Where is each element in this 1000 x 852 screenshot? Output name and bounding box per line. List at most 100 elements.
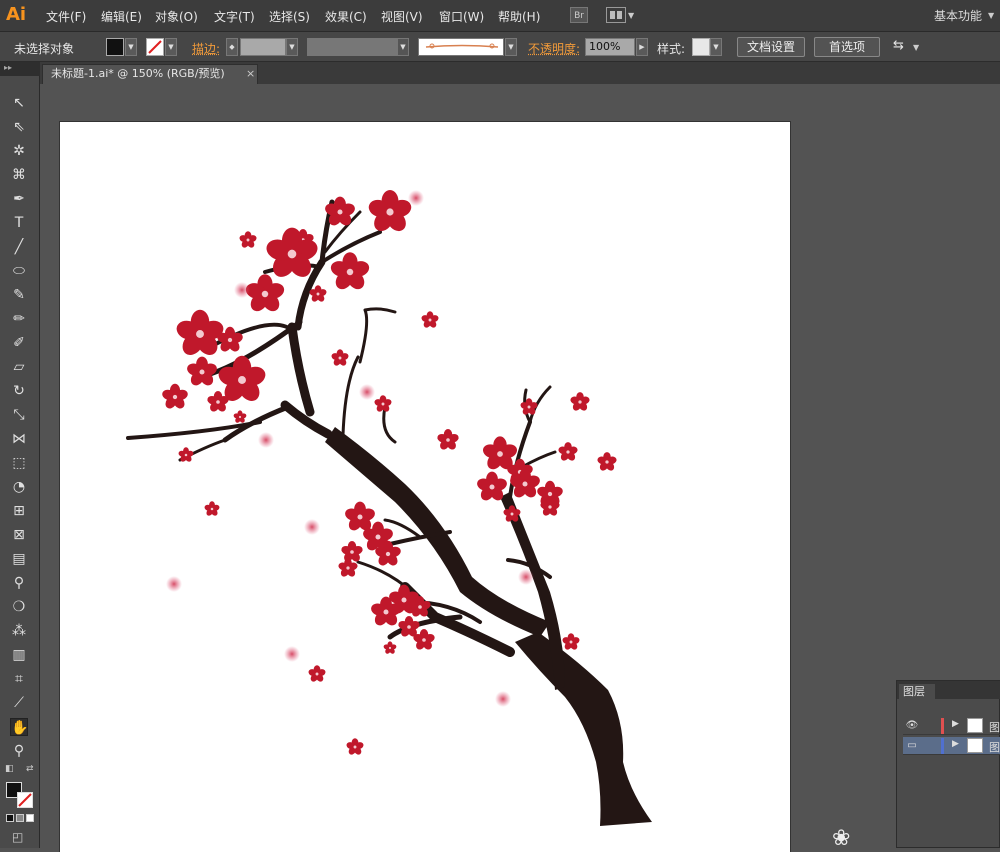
slice-tool-icon[interactable]: ⟋ bbox=[10, 694, 28, 712]
expand-icon[interactable]: ▶ bbox=[952, 719, 959, 729]
blurred-petal bbox=[166, 576, 182, 592]
layers-tab[interactable]: 图层 bbox=[899, 684, 935, 699]
document-setup-button[interactable]: 文档设置 bbox=[737, 37, 805, 57]
fill-swatch[interactable] bbox=[106, 38, 124, 56]
type-tool-icon[interactable]: T bbox=[10, 214, 28, 232]
document-tab-title: 未标题-1.ai* @ 150% (RGB/预览) bbox=[51, 67, 225, 80]
toolbox-header[interactable]: ▸▸ bbox=[0, 62, 40, 76]
blend-tool-icon[interactable]: ❍ bbox=[10, 598, 28, 616]
stroke-color-icon[interactable] bbox=[17, 792, 33, 808]
none-mode-icon[interactable] bbox=[26, 814, 34, 822]
color-mode-icon[interactable] bbox=[6, 814, 14, 822]
opacity-field[interactable]: 100% bbox=[585, 38, 635, 56]
eye-icon[interactable]: 👁 bbox=[905, 719, 919, 733]
menu-effect[interactable]: 效果(C) bbox=[325, 8, 367, 25]
default-colors-icon[interactable]: ◧ bbox=[5, 764, 14, 774]
stroke-weight-field[interactable] bbox=[240, 38, 286, 56]
blossom bbox=[239, 231, 257, 248]
menu-select[interactable]: 选择(S) bbox=[269, 8, 310, 25]
variable-width-dropdown[interactable]: ▼ bbox=[397, 38, 409, 56]
expand-icon[interactable]: ▶ bbox=[952, 739, 959, 749]
blurred-petal bbox=[518, 569, 534, 585]
visibility-icon[interactable]: ▭ bbox=[905, 739, 919, 753]
pencil-tool-icon[interactable]: ✏ bbox=[10, 310, 28, 328]
menu-window[interactable]: 窗口(W) bbox=[439, 8, 484, 25]
brush-dropdown[interactable]: ▼ bbox=[505, 38, 517, 56]
workspace-switcher[interactable]: 基本功能 bbox=[934, 7, 982, 24]
collapse-icon[interactable]: ▸▸ bbox=[4, 63, 12, 72]
artboard[interactable] bbox=[60, 122, 790, 852]
stroke-label[interactable]: 描边: bbox=[192, 40, 220, 57]
pen-tool-icon[interactable]: ✒ bbox=[10, 190, 28, 208]
bridge-button[interactable]: Br bbox=[570, 7, 588, 23]
blossom bbox=[421, 311, 439, 328]
scale-tool-icon[interactable]: ⤡ bbox=[10, 406, 28, 424]
layer-name[interactable]: 图 bbox=[989, 719, 1000, 735]
drawing-mode-icon[interactable]: ◰ bbox=[12, 830, 23, 844]
arrange-documents-icon[interactable] bbox=[606, 7, 626, 23]
menu-object[interactable]: 对象(O) bbox=[155, 8, 198, 25]
zoom-tool-icon[interactable]: ⚲ bbox=[10, 742, 28, 760]
shape-builder-tool-icon[interactable]: ◔ bbox=[10, 478, 28, 496]
ellipse-tool-icon[interactable]: ⬭ bbox=[10, 262, 28, 280]
layer-color-swatch bbox=[941, 738, 944, 754]
swap-colors-icon[interactable]: ⇄ bbox=[26, 764, 34, 774]
selection-tool-icon[interactable]: ↖ bbox=[10, 94, 28, 112]
blurred-petal bbox=[304, 519, 320, 535]
opacity-label[interactable]: 不透明度: bbox=[528, 40, 580, 57]
blossom bbox=[330, 252, 370, 290]
stroke-weight-dropdown[interactable]: ▼ bbox=[286, 38, 298, 56]
perspective-grid-tool-icon[interactable]: ⊞ bbox=[10, 502, 28, 520]
chevron-down-icon[interactable]: ▼ bbox=[913, 43, 919, 52]
graphic-style-dropdown[interactable]: ▼ bbox=[710, 38, 722, 56]
free-transform-tool-icon[interactable]: ⬚ bbox=[10, 454, 28, 472]
blob-brush-tool-icon[interactable]: ✐ bbox=[10, 334, 28, 352]
menu-edit[interactable]: 编辑(E) bbox=[101, 8, 142, 25]
layer-row[interactable]: ▭ ▶ 图 bbox=[903, 737, 1000, 755]
layers-panel: 图层 👁 ▶ 图 ▭ ▶ 图 bbox=[896, 680, 1000, 848]
graphic-style-swatch[interactable] bbox=[692, 38, 710, 56]
ai-logo: Ai bbox=[6, 4, 27, 25]
magic-wand-tool-icon[interactable]: ✲ bbox=[10, 142, 28, 160]
blossom bbox=[204, 501, 220, 516]
close-icon[interactable]: × bbox=[246, 65, 255, 83]
paintbrush-tool-icon[interactable]: ✎ bbox=[10, 286, 28, 304]
blossom bbox=[437, 429, 459, 450]
stroke-weight-stepper[interactable]: ◆ bbox=[226, 38, 238, 56]
direct-selection-tool-icon[interactable]: ⇖ bbox=[10, 118, 28, 136]
mesh-tool-icon[interactable]: ⊠ bbox=[10, 526, 28, 544]
blossom bbox=[331, 349, 349, 366]
variable-width-field[interactable] bbox=[307, 38, 397, 56]
menu-file[interactable]: 文件(F) bbox=[46, 8, 86, 25]
layer-row[interactable]: 👁 ▶ 图 bbox=[903, 717, 1000, 735]
menu-type[interactable]: 文字(T) bbox=[214, 8, 255, 25]
eyedropper-tool-icon[interactable]: ⚲ bbox=[10, 574, 28, 592]
artboard-tool-icon[interactable]: ⌗ bbox=[10, 670, 28, 688]
opacity-dropdown[interactable]: ▶ bbox=[636, 38, 648, 56]
stroke-swatch[interactable] bbox=[146, 38, 164, 56]
gradient-tool-icon[interactable]: ▤ bbox=[10, 550, 28, 568]
preferences-button[interactable]: 首选项 bbox=[814, 37, 880, 57]
document-tab[interactable]: 未标题-1.ai* @ 150% (RGB/预览) × bbox=[42, 64, 258, 84]
rotate-tool-icon[interactable]: ↻ bbox=[10, 382, 28, 400]
eraser-tool-icon[interactable]: ▱ bbox=[10, 358, 28, 376]
plum-blossom-artwork[interactable] bbox=[60, 122, 790, 852]
brush-definition-field[interactable] bbox=[418, 38, 504, 56]
fill-dropdown[interactable]: ▼ bbox=[125, 38, 137, 56]
gradient-mode-icon[interactable] bbox=[16, 814, 24, 822]
column-graph-tool-icon[interactable]: ▥ bbox=[10, 646, 28, 664]
lasso-tool-icon[interactable]: ⌘ bbox=[10, 166, 28, 184]
chevron-down-icon[interactable]: ▼ bbox=[628, 11, 634, 20]
menu-help[interactable]: 帮助(H) bbox=[498, 8, 540, 25]
width-tool-icon[interactable]: ⋈ bbox=[10, 430, 28, 448]
symbol-sprayer-tool-icon[interactable]: ⁂ bbox=[10, 622, 28, 640]
arrange-icon[interactable]: ⇆ bbox=[893, 38, 904, 53]
hand-tool-icon[interactable]: ✋ bbox=[10, 718, 28, 736]
stroke-dropdown[interactable]: ▼ bbox=[165, 38, 177, 56]
blossom bbox=[187, 356, 217, 386]
line-tool-icon[interactable]: ╱ bbox=[10, 238, 28, 256]
chevron-down-icon[interactable]: ▼ bbox=[988, 11, 994, 20]
blurred-petal bbox=[284, 646, 300, 662]
menu-view[interactable]: 视图(V) bbox=[381, 8, 423, 25]
layer-name[interactable]: 图 bbox=[989, 739, 1000, 755]
